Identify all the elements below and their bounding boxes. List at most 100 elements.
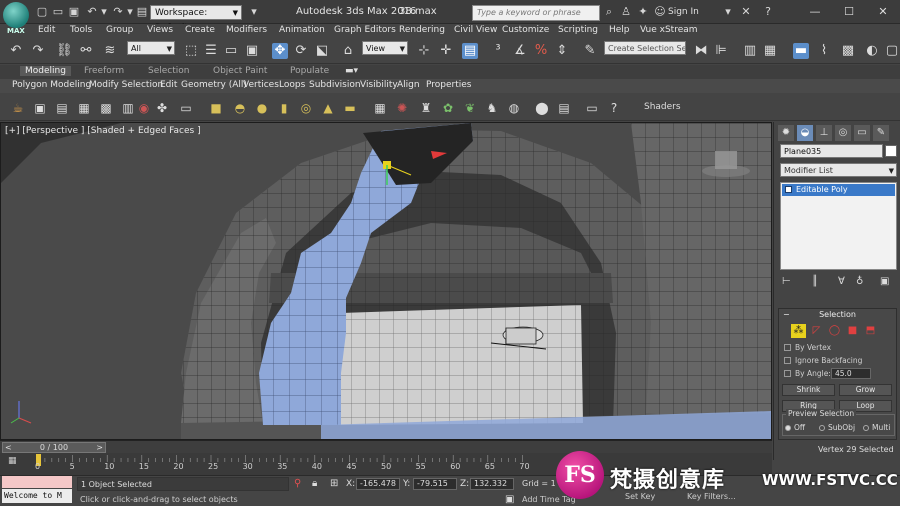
polygon-level-icon[interactable]: ■ bbox=[845, 324, 860, 338]
biped-icon[interactable]: ♜ bbox=[418, 100, 434, 116]
panel-properties[interactable]: Properties bbox=[426, 80, 471, 90]
motion-tab-icon[interactable]: ◎ bbox=[835, 125, 851, 141]
menu-animation[interactable]: Animation bbox=[279, 25, 325, 35]
rectangle-selection-icon[interactable]: ▭ bbox=[223, 43, 239, 59]
hair-icon[interactable]: ♞ bbox=[484, 100, 500, 116]
select-and-scale-icon[interactable]: ⬕ bbox=[314, 43, 330, 59]
create-tab-icon[interactable]: ✹ bbox=[778, 125, 794, 141]
panel-align[interactable]: Align bbox=[397, 80, 420, 90]
clipboard-icon[interactable]: ▤ bbox=[556, 100, 572, 116]
cylinder-primitive-icon[interactable]: ▮ bbox=[276, 100, 292, 116]
ribbon-options-icon[interactable]: ▬▾ bbox=[345, 66, 358, 76]
percent-snap-icon[interactable]: % bbox=[533, 43, 549, 59]
menu-graph-editors[interactable]: Graph Editors bbox=[334, 25, 396, 35]
modifier-list-dropdown[interactable]: Modifier List ▼ bbox=[780, 163, 897, 177]
expand-icon[interactable] bbox=[785, 186, 792, 193]
absolute-mode-icon[interactable]: ⊞ bbox=[330, 478, 338, 489]
plane-primitive-icon[interactable]: ▬ bbox=[342, 100, 358, 116]
scene-states-icon[interactable]: ◉ bbox=[136, 100, 152, 116]
angle-snap-icon[interactable]: ∡ bbox=[512, 43, 528, 59]
workspace-dropdown[interactable]: Workspace: Default ▼ bbox=[150, 5, 242, 33]
tab-freeform[interactable]: Freeform bbox=[84, 66, 124, 76]
quick-access-customize-icon[interactable]: ▾ bbox=[248, 6, 260, 18]
hemisphere-primitive-icon[interactable]: ◓ bbox=[232, 100, 248, 116]
display-icon[interactable]: ▭ bbox=[584, 100, 600, 116]
remove-modifier-icon[interactable]: ♁ bbox=[856, 276, 863, 287]
shell-icon[interactable]: ◍ bbox=[506, 100, 522, 116]
menu-customize[interactable]: Customize bbox=[502, 25, 549, 35]
make-unique-icon[interactable]: ∀ bbox=[838, 276, 845, 287]
save-file-icon[interactable]: ▣ bbox=[68, 6, 80, 18]
toggle-ribbon-icon[interactable]: ▬ bbox=[793, 43, 809, 59]
selection-lock-icon[interactable]: 🔒︎ bbox=[312, 478, 317, 489]
panel-edit[interactable]: Edit bbox=[160, 80, 177, 90]
teapot-icon[interactable]: ☕ bbox=[10, 100, 26, 116]
add-time-tag-button[interactable]: Add Time Tag bbox=[522, 495, 576, 504]
modify-tab-icon[interactable]: ◒ bbox=[797, 125, 813, 141]
object-color-swatch[interactable] bbox=[885, 145, 897, 157]
exchange-icon[interactable]: ✕ bbox=[740, 6, 752, 18]
mini-curve-editor-icon[interactable]: ▦ bbox=[8, 456, 17, 466]
select-and-place-icon[interactable]: ⌂ bbox=[340, 43, 356, 59]
render-icon[interactable]: ▣ bbox=[32, 100, 48, 116]
new-scene-icon[interactable]: ▢ bbox=[36, 6, 48, 18]
preview-off-radio[interactable]: Off bbox=[785, 423, 805, 432]
help-dropdown-icon[interactable]: ▾ bbox=[722, 6, 734, 18]
previous-frame-icon[interactable]: < bbox=[5, 443, 12, 452]
selection-rollout-title[interactable]: − Selection bbox=[779, 309, 896, 321]
torus-primitive-icon[interactable]: ◎ bbox=[298, 100, 314, 116]
select-manipulate-icon[interactable]: ✛ bbox=[438, 43, 454, 59]
next-frame-icon[interactable]: > bbox=[96, 443, 103, 452]
window-crossing-icon[interactable]: ▣ bbox=[244, 43, 260, 59]
sign-in-link[interactable]: Sign In bbox=[668, 7, 699, 17]
grow-button[interactable]: Grow bbox=[839, 384, 892, 396]
panel-geometry-all[interactable]: Geometry (All) bbox=[181, 80, 247, 90]
menu-edit[interactable]: Edit bbox=[38, 25, 55, 35]
menu-views[interactable]: Views bbox=[147, 25, 173, 35]
menu-rendering[interactable]: Rendering bbox=[399, 25, 445, 35]
object-name-field[interactable]: Plane035 bbox=[780, 144, 883, 158]
render-setup-icon[interactable]: ◐ bbox=[864, 43, 880, 59]
pivot-center-icon[interactable]: ⊹ bbox=[416, 43, 432, 59]
bind-space-warp-icon[interactable]: ≋ bbox=[102, 43, 118, 59]
stack-item-editable-poly[interactable]: Editable Poly bbox=[782, 184, 895, 196]
material-editor-icon[interactable]: ▩ bbox=[840, 43, 856, 59]
open-file-icon[interactable]: ▭ bbox=[52, 6, 64, 18]
communication-center-icon[interactable]: ✦ bbox=[637, 6, 649, 18]
menu-scripting[interactable]: Scripting bbox=[558, 25, 598, 35]
configure-sets-icon[interactable]: ▣ bbox=[880, 276, 889, 287]
search-input[interactable]: Type a keyword or phrase bbox=[472, 5, 600, 21]
align-icon[interactable]: ⊫ bbox=[713, 43, 729, 59]
redo-icon[interactable]: ↷ bbox=[112, 6, 124, 18]
render-frame-icon[interactable]: ▢ bbox=[884, 43, 900, 59]
batch-render-icon[interactable]: ▤ bbox=[54, 100, 70, 116]
subscription-icon[interactable]: ♙ bbox=[620, 6, 632, 18]
panel-polygon-modeling[interactable]: Polygon Modeling bbox=[12, 80, 91, 90]
preview-subobj-radio[interactable]: SubObj bbox=[819, 423, 855, 432]
curve-editor-icon[interactable]: ⌇ bbox=[816, 43, 832, 59]
perspective-viewport[interactable]: [+] [Perspective ] [Shaded + Edged Faces… bbox=[0, 122, 772, 440]
angle-spinner[interactable]: 45.0 bbox=[831, 368, 871, 379]
preview-multi-radio[interactable]: Multi bbox=[863, 423, 890, 432]
help-icon[interactable]: ? bbox=[762, 6, 774, 18]
edge-level-icon[interactable]: ◸ bbox=[809, 324, 824, 338]
menu-tools[interactable]: Tools bbox=[70, 25, 92, 35]
element-level-icon[interactable]: ⬒ bbox=[863, 324, 878, 338]
maxscript-listener-input[interactable] bbox=[2, 476, 72, 488]
maximize-icon[interactable]: ☐ bbox=[832, 0, 866, 24]
vertex-level-icon[interactable]: ⁂ bbox=[791, 324, 806, 338]
hierarchy-tab-icon[interactable]: ⊥ bbox=[816, 125, 832, 141]
isolate-selection-icon[interactable]: ⚲ bbox=[294, 478, 301, 489]
project-folder-icon[interactable]: ▤ bbox=[136, 6, 148, 18]
close-icon[interactable]: ✕ bbox=[866, 0, 900, 24]
time-slider[interactable]: < 0 / 100 > bbox=[0, 440, 772, 453]
particles-icon[interactable]: ✺ bbox=[394, 100, 410, 116]
shaders-label[interactable]: Shaders bbox=[644, 102, 681, 112]
light-lister-icon[interactable]: ✤ bbox=[154, 100, 170, 116]
menu-group[interactable]: Group bbox=[106, 25, 133, 35]
menu-civil-view[interactable]: Civil View bbox=[454, 25, 497, 35]
user-icon[interactable]: ☺ bbox=[654, 6, 666, 18]
select-by-name-icon[interactable]: ☰ bbox=[203, 43, 219, 59]
border-level-icon[interactable]: ◯ bbox=[827, 324, 842, 338]
z-coordinate-field[interactable]: 132.332 bbox=[470, 478, 514, 490]
